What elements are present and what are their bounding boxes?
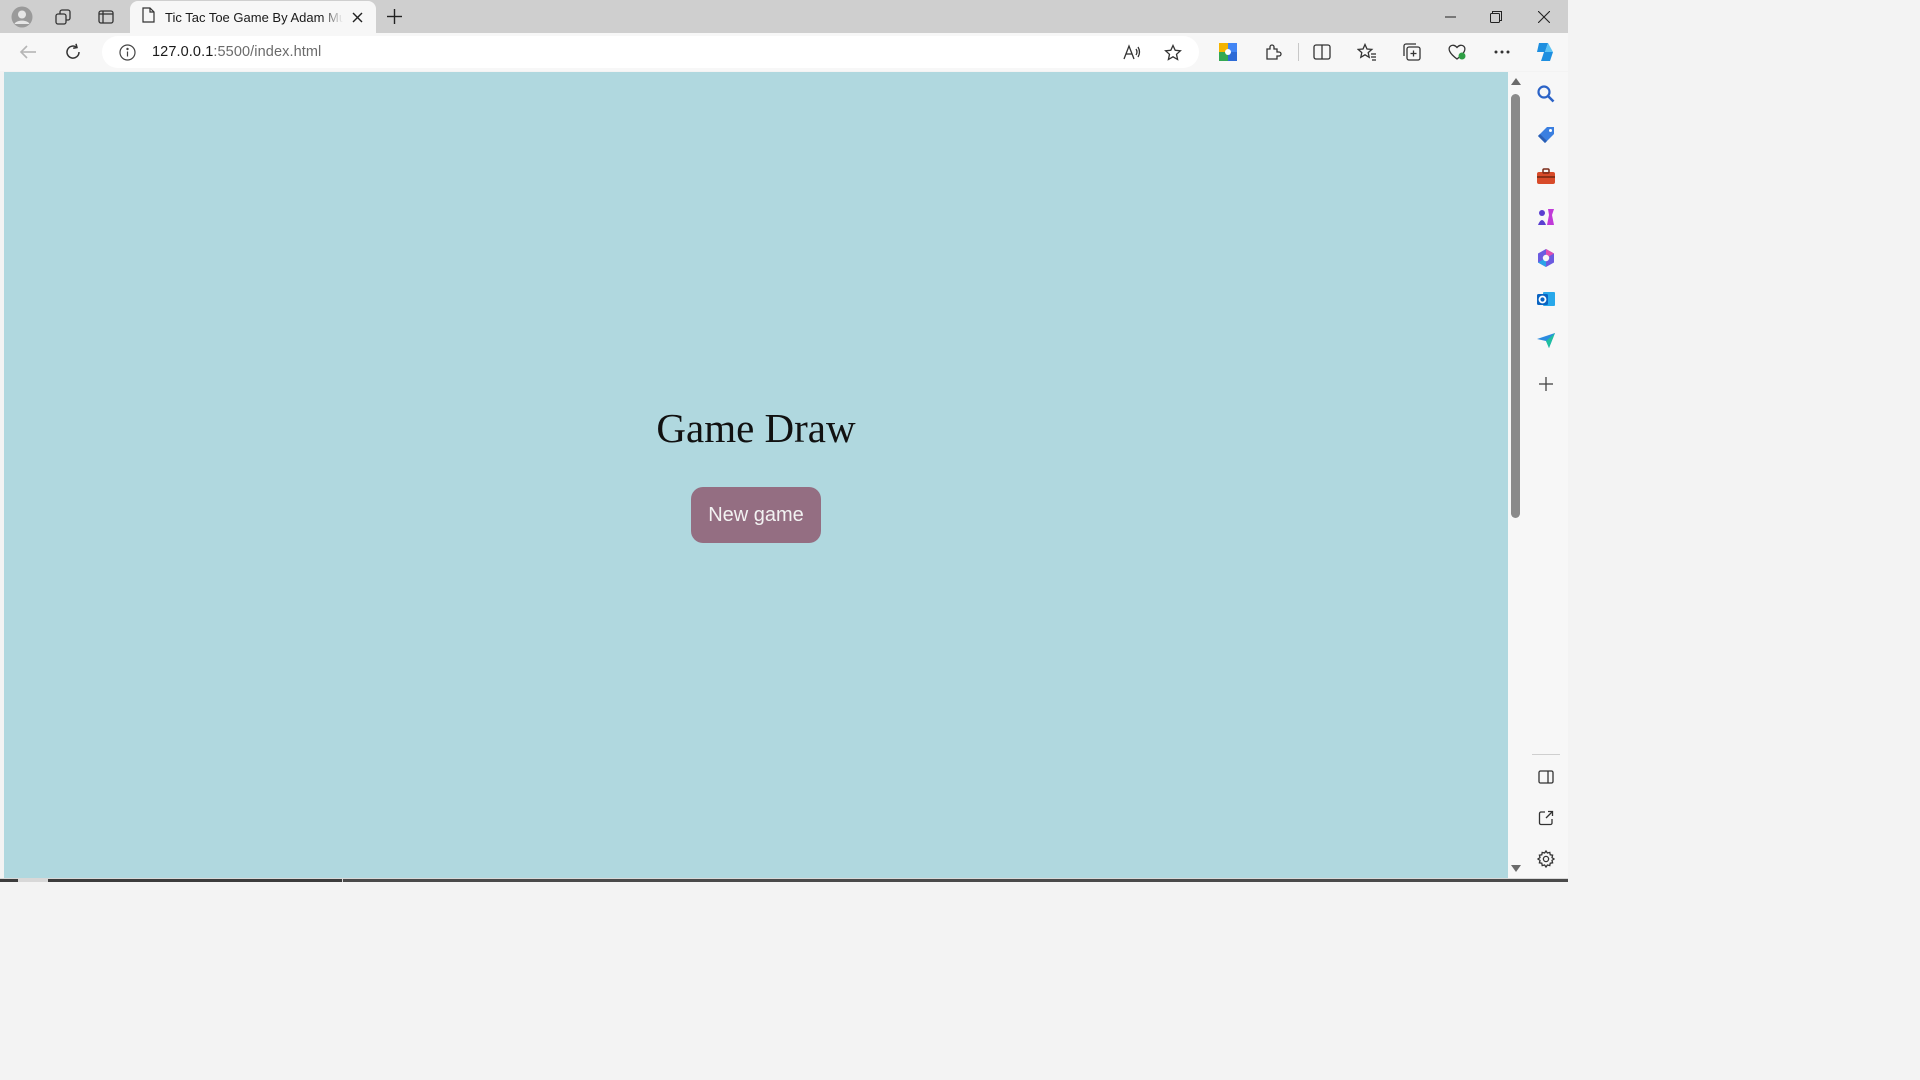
- refresh-icon[interactable]: [58, 38, 88, 66]
- send-icon[interactable]: [1532, 326, 1560, 354]
- side-panel: [1524, 72, 1568, 882]
- outlook-icon[interactable]: [1532, 285, 1560, 313]
- side-panel-divider: [1532, 754, 1560, 755]
- workspaces-icon[interactable]: [50, 4, 76, 30]
- tab-title: Tic Tac Toe Game By Adam Mulaj: [165, 9, 343, 25]
- close-window-button[interactable]: [1521, 0, 1567, 33]
- tab-strip: Tic Tac Toe Game By Adam Mulaj: [0, 0, 1568, 33]
- address-url[interactable]: 127.0.0.1:5500/index.html: [152, 44, 321, 60]
- extension-colorful-icon[interactable]: [1213, 38, 1243, 66]
- shopping-tag-icon[interactable]: [1532, 121, 1560, 149]
- copilot-icon[interactable]: [1530, 38, 1560, 66]
- vertical-scrollbar[interactable]: [1508, 72, 1524, 878]
- page-viewport: Game Draw New game: [4, 72, 1508, 878]
- more-options-icon[interactable]: [1487, 38, 1517, 66]
- minimize-button[interactable]: [1427, 0, 1473, 33]
- add-panel-icon[interactable]: [1532, 370, 1560, 398]
- scrollbar-thumb[interactable]: [1511, 94, 1520, 518]
- toolbar-divider: [1298, 43, 1299, 61]
- hide-sidebar-icon[interactable]: [1532, 763, 1560, 791]
- close-tab-icon[interactable]: [348, 8, 366, 26]
- bottom-edge-segment: [0, 879, 18, 882]
- active-tab[interactable]: Tic Tac Toe Game By Adam Mulaj: [130, 1, 376, 33]
- new-tab-button[interactable]: [382, 4, 406, 28]
- bottom-edge-segment: [343, 879, 1568, 882]
- page-icon: [142, 6, 155, 28]
- scroll-up-arrow-icon[interactable]: [1511, 78, 1521, 85]
- star-icon[interactable]: [1164, 43, 1182, 67]
- profile-icon[interactable]: [9, 4, 35, 30]
- extensions-icon[interactable]: [1258, 38, 1288, 66]
- scroll-down-arrow-icon[interactable]: [1511, 865, 1521, 872]
- open-external-icon[interactable]: [1532, 804, 1560, 832]
- tools-icon[interactable]: [1532, 162, 1560, 190]
- microsoft-365-icon[interactable]: [1532, 244, 1560, 272]
- back-arrow-icon[interactable]: [13, 38, 43, 66]
- browser-essentials-icon[interactable]: [1442, 38, 1472, 66]
- address-bar[interactable]: 127.0.0.1:5500/index.html: [102, 36, 1199, 68]
- url-path: :5500/index.html: [213, 44, 322, 60]
- browser-toolbar: 127.0.0.1:5500/index.html: [0, 33, 1568, 71]
- favorites-icon[interactable]: [1352, 38, 1382, 66]
- bottom-edge-segment: [48, 879, 342, 882]
- split-screen-icon[interactable]: [1307, 38, 1337, 66]
- url-host: 127.0.0.1: [152, 44, 214, 60]
- games-icon[interactable]: [1532, 203, 1560, 231]
- settings-gear-icon[interactable]: [1532, 845, 1560, 873]
- search-icon[interactable]: [1532, 80, 1560, 108]
- read-aloud-icon[interactable]: [1123, 44, 1141, 66]
- restore-button[interactable]: [1473, 0, 1519, 33]
- collections-icon[interactable]: [1397, 38, 1427, 66]
- bottom-edge: [0, 878, 1568, 882]
- tab-actions-icon[interactable]: [93, 4, 119, 30]
- info-icon[interactable]: [119, 44, 136, 66]
- result-heading: Game Draw: [656, 405, 856, 451]
- new-game-button[interactable]: New game: [691, 487, 821, 543]
